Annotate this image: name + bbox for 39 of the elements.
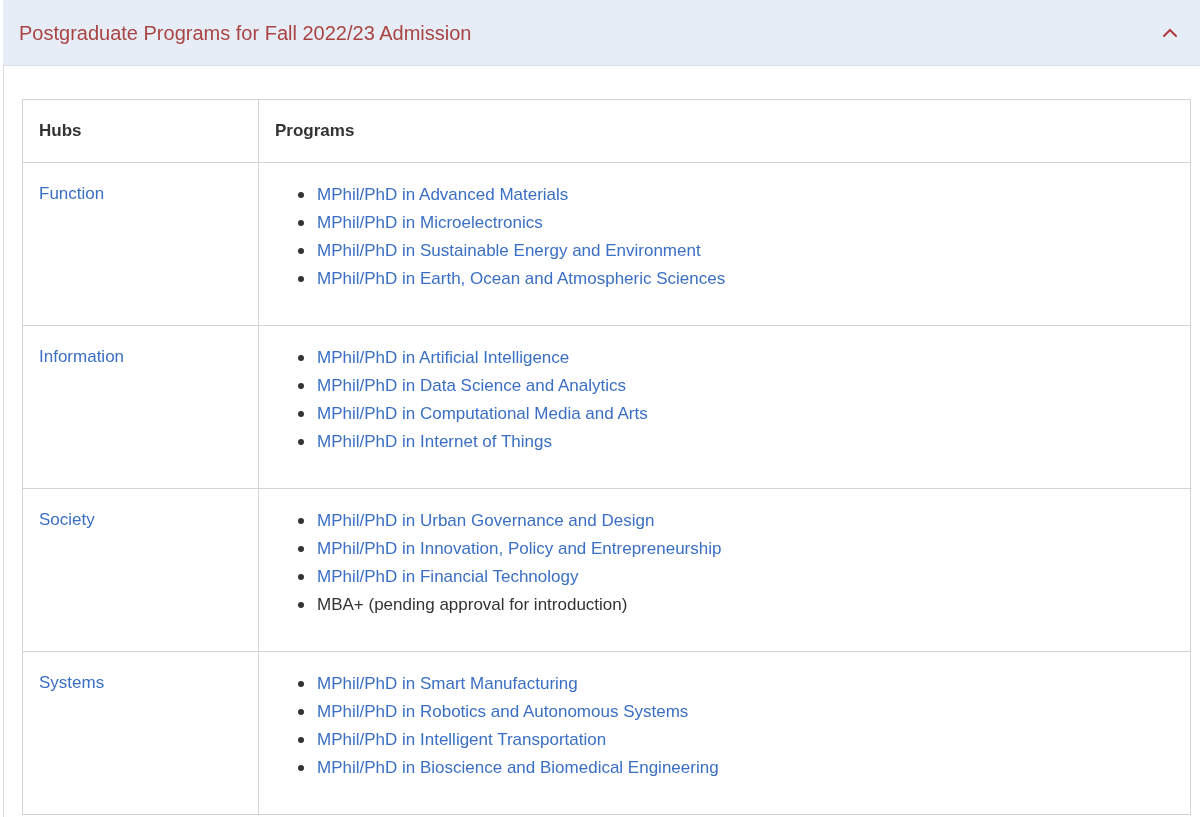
hub-link[interactable]: Society	[39, 510, 95, 529]
program-text: MBA+ (pending approval for introduction)	[317, 594, 628, 617]
bullet-icon	[298, 248, 304, 254]
column-header: Hubs	[22, 99, 259, 163]
bullet-icon	[298, 192, 304, 198]
bullet-icon	[298, 383, 304, 389]
bullet-icon	[298, 220, 304, 226]
bullet-icon	[298, 574, 304, 580]
hub-link[interactable]: Systems	[39, 673, 105, 692]
program-link[interactable]: MPhil/PhD in Data Science and Analytics	[317, 373, 626, 399]
bullet-icon	[298, 518, 304, 524]
program-link[interactable]: MPhil/PhD in Bioscience and Biomedical Engineering	[317, 755, 719, 781]
bullet-icon	[298, 355, 304, 361]
program-link[interactable]: MPhil/PhD in Microelectronics	[317, 210, 543, 236]
program-link[interactable]: MPhil/PhD in Financial Technology	[317, 564, 579, 590]
hub-link[interactable]: Function	[39, 184, 105, 203]
bullet-icon	[298, 737, 304, 743]
program-link[interactable]: MPhil/PhD in Internet of Things	[317, 429, 552, 455]
bullet-icon	[298, 411, 304, 417]
bullet-icon	[298, 681, 304, 687]
bullet-icon	[298, 276, 304, 282]
program-link[interactable]: MPhil/PhD in Smart Manufacturing	[317, 671, 578, 697]
bullet-icon	[298, 439, 304, 445]
hub-link[interactable]: Information	[39, 347, 125, 366]
column-header: Programs	[258, 99, 1191, 163]
program-link[interactable]: MPhil/PhD in Intelligent Transportation	[317, 727, 607, 753]
program-link[interactable]: MPhil/PhD in Urban Governance and Design	[317, 508, 655, 534]
bullet-icon	[298, 602, 304, 608]
program-link[interactable]: MPhil/PhD in Artificial Intelligence	[317, 345, 570, 371]
program-link[interactable]: MPhil/PhD in Computational Media and Arts	[317, 401, 648, 427]
bullet-icon	[298, 546, 304, 552]
program-link[interactable]: MPhil/PhD in Robotics and Autonomous Systems	[317, 699, 689, 725]
program-link[interactable]: MPhil/PhD in Earth, Ocean and Atmospheric Sciences	[317, 266, 726, 292]
bullet-icon	[298, 765, 304, 771]
program-link[interactable]: MPhil/PhD in Advanced Materials	[317, 182, 569, 208]
program-link[interactable]: MPhil/PhD in Innovation, Policy and Entrepreneurship	[317, 536, 722, 562]
accordion-header[interactable]: Postgraduate Programs for Fall 2022/23 Admission	[3, 0, 1200, 66]
bullet-icon	[298, 709, 304, 715]
program-link[interactable]: MPhil/PhD in Sustainable Energy and Environment	[317, 238, 701, 264]
